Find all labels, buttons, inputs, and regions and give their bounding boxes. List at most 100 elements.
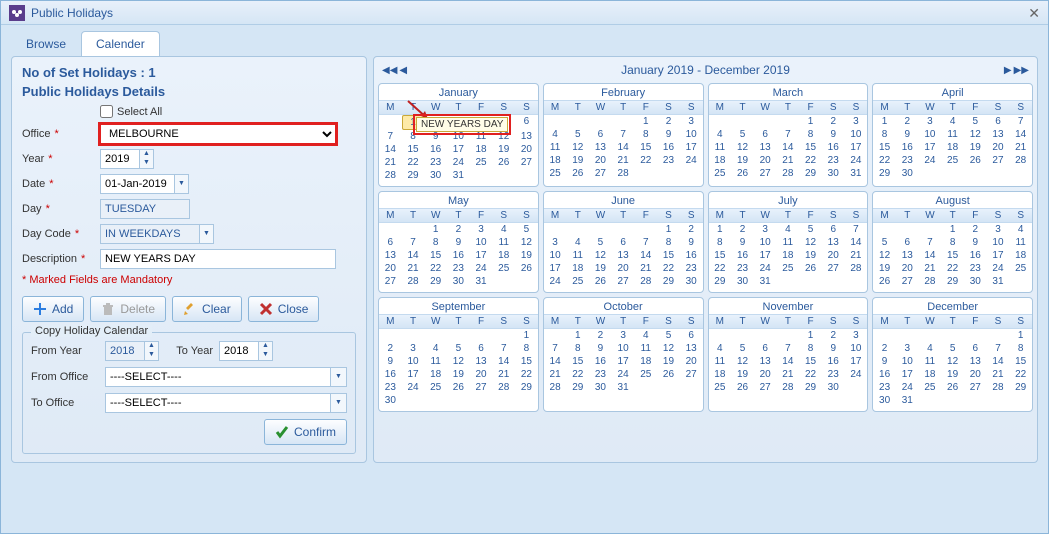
day-cell[interactable]: 30 [873, 394, 896, 407]
day-cell[interactable]: 10 [402, 355, 425, 368]
day-cell[interactable]: 23 [896, 154, 919, 167]
day-cell[interactable]: 25 [634, 368, 657, 381]
day-cell[interactable]: 15 [566, 355, 589, 368]
day-cell[interactable]: 12 [964, 128, 987, 141]
day-cell[interactable]: 10 [896, 355, 919, 368]
delete-button[interactable]: Delete [90, 296, 166, 322]
day-cell[interactable]: 18 [919, 368, 942, 381]
tab-calender[interactable]: Calender [81, 31, 160, 56]
day-cell[interactable]: 16 [589, 355, 612, 368]
day-cell[interactable]: 26 [873, 275, 896, 288]
office-select[interactable]: MELBOURNE [100, 124, 336, 144]
prev-year-icon[interactable]: ◀◀ [382, 65, 397, 76]
day-cell[interactable]: 20 [470, 368, 493, 381]
day-cell[interactable]: 8 [941, 236, 964, 249]
day-cell[interactable]: 30 [822, 167, 845, 180]
day-cell[interactable]: 8 [424, 236, 447, 249]
day-cell[interactable]: 14 [634, 249, 657, 262]
day-cell[interactable]: 3 [754, 223, 777, 236]
day-cell[interactable]: 26 [799, 262, 822, 275]
day-cell[interactable]: 2 [379, 342, 402, 355]
day-cell[interactable]: 4 [424, 342, 447, 355]
day-cell[interactable]: 9 [822, 128, 845, 141]
day-cell[interactable]: 7 [612, 128, 635, 141]
day-cell[interactable]: 22 [709, 262, 732, 275]
day-cell[interactable]: 9 [873, 355, 896, 368]
day-cell[interactable]: 5 [731, 342, 754, 355]
day-cell[interactable]: 20 [896, 262, 919, 275]
day-cell[interactable]: 13 [964, 355, 987, 368]
day-cell[interactable]: 6 [589, 128, 612, 141]
day-cell[interactable]: 6 [964, 342, 987, 355]
day-cell[interactable]: 17 [402, 368, 425, 381]
close-button[interactable]: Close [248, 296, 320, 322]
day-cell[interactable]: 21 [612, 154, 635, 167]
day-cell[interactable]: 4 [709, 342, 732, 355]
day-cell[interactable]: 20 [754, 368, 777, 381]
day-cell[interactable]: 27 [680, 368, 703, 381]
day-cell[interactable]: 28 [492, 381, 515, 394]
day-cell[interactable]: 21 [634, 262, 657, 275]
day-cell[interactable]: 1 [657, 223, 680, 236]
next-year-icon[interactable]: ▶▶ [1014, 65, 1029, 76]
day-cell[interactable]: 10 [544, 249, 567, 262]
day-cell[interactable]: 24 [987, 262, 1010, 275]
day-cell[interactable]: 2 [822, 329, 845, 342]
day-cell[interactable]: 23 [379, 381, 402, 394]
day-cell[interactable]: 1 [1009, 329, 1032, 342]
day-cell[interactable]: 21 [544, 368, 567, 381]
day-cell[interactable]: 16 [379, 368, 402, 381]
day-cell[interactable]: 27 [822, 262, 845, 275]
tab-browse[interactable]: Browse [11, 31, 81, 56]
day-cell[interactable]: 4 [919, 342, 942, 355]
prev-month-icon[interactable]: ◀ [399, 65, 407, 76]
day-cell[interactable]: 8 [566, 342, 589, 355]
day-cell[interactable]: 14 [777, 141, 800, 154]
day-cell[interactable]: 8 [799, 128, 822, 141]
day-cell[interactable]: 25 [470, 156, 493, 169]
day-cell[interactable]: 1 [799, 115, 822, 128]
day-cell[interactable]: 29 [1009, 381, 1032, 394]
day-cell[interactable]: 1 [799, 329, 822, 342]
day-cell[interactable]: 9 [731, 236, 754, 249]
day-cell[interactable]: 19 [941, 368, 964, 381]
day-cell[interactable]: 21 [379, 156, 402, 169]
day-cell[interactable]: 10 [845, 342, 868, 355]
day-cell[interactable]: 7 [544, 342, 567, 355]
day-cell[interactable]: 1 [709, 223, 732, 236]
day-cell[interactable]: 17 [470, 249, 493, 262]
day-cell[interactable]: 5 [515, 223, 538, 236]
day-cell[interactable]: 21 [919, 262, 942, 275]
day-cell[interactable]: 23 [680, 262, 703, 275]
day-cell[interactable]: 1 [424, 223, 447, 236]
day-cell[interactable]: 12 [873, 249, 896, 262]
day-cell[interactable]: 22 [873, 154, 896, 167]
day-cell[interactable]: 30 [424, 169, 447, 182]
day-cell[interactable]: 22 [424, 262, 447, 275]
day-cell[interactable]: 18 [709, 368, 732, 381]
day-cell[interactable]: 16 [822, 355, 845, 368]
day-cell[interactable]: 25 [777, 262, 800, 275]
day-cell[interactable]: 3 [680, 115, 703, 128]
day-cell[interactable]: 16 [822, 141, 845, 154]
day-cell[interactable]: 15 [515, 355, 538, 368]
day-cell[interactable]: 10 [919, 128, 942, 141]
day-cell[interactable]: 14 [492, 355, 515, 368]
day-cell[interactable]: 29 [566, 381, 589, 394]
day-cell[interactable]: 22 [634, 154, 657, 167]
day-cell[interactable]: 17 [544, 262, 567, 275]
day-cell[interactable]: 12 [515, 236, 538, 249]
day-cell[interactable]: 12 [941, 355, 964, 368]
day-cell[interactable]: 26 [492, 156, 515, 169]
day-cell[interactable]: 28 [845, 262, 868, 275]
day-cell[interactable]: 14 [919, 249, 942, 262]
day-cell[interactable]: 28 [777, 167, 800, 180]
day-cell[interactable]: 11 [709, 355, 732, 368]
day-cell[interactable]: 21 [777, 368, 800, 381]
day-cell[interactable]: 13 [515, 130, 538, 143]
day-cell[interactable]: 14 [402, 249, 425, 262]
day-cell[interactable]: 3 [845, 115, 868, 128]
day-cell[interactable]: 14 [845, 236, 868, 249]
day-cell[interactable]: 10 [754, 236, 777, 249]
date-dropdown-icon[interactable]: ▼ [175, 174, 189, 194]
